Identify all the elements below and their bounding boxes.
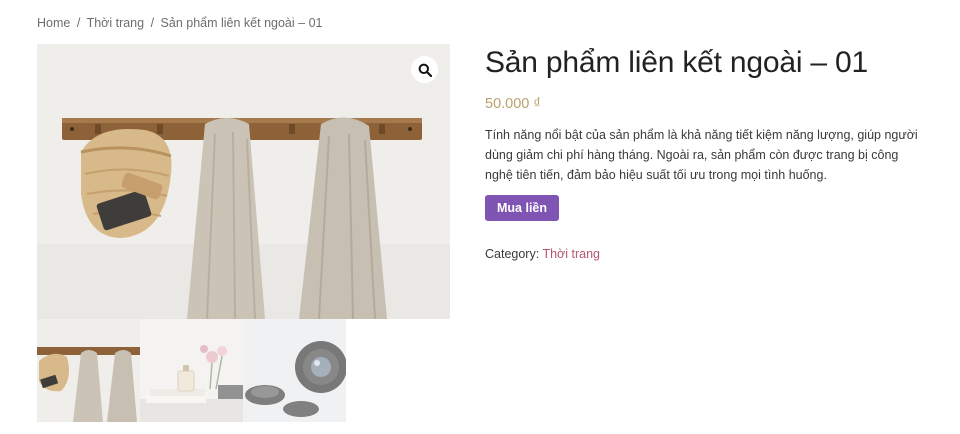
breadcrumb-separator: / xyxy=(150,16,155,30)
buy-now-button[interactable]: Mua liền xyxy=(485,195,560,221)
zoom-button[interactable] xyxy=(411,56,438,83)
thumbnail-1[interactable] xyxy=(37,319,140,422)
product-title: Sản phẩm liên kết ngoài – 01 xyxy=(485,46,869,79)
thumbnail-3[interactable] xyxy=(243,319,346,422)
product-price: 50.000 ₫ xyxy=(485,96,541,112)
breadcrumb-category-link[interactable]: Thời trang xyxy=(87,16,145,30)
breadcrumb: Home / Thời trang / Sản phẩm liên kết ng… xyxy=(37,16,322,30)
magnifier-icon xyxy=(418,63,432,77)
thumbnail-2[interactable] xyxy=(140,319,243,422)
gallery-thumbnails xyxy=(37,319,346,422)
category-label: Category: xyxy=(485,247,540,261)
breadcrumb-separator: / xyxy=(76,16,81,30)
breadcrumb-current: Sản phẩm liên kết ngoài – 01 xyxy=(160,16,323,30)
product-category: Category: Thời trang xyxy=(485,247,925,261)
product-main-image[interactable] xyxy=(37,44,450,319)
flowers-perfume-thumb xyxy=(140,319,243,422)
towels-hooks-photo xyxy=(37,44,450,319)
towels-hooks-thumb xyxy=(37,319,140,422)
product-description: Tính năng nổi bật của sản phẩm là khả nă… xyxy=(485,128,918,182)
category-link[interactable]: Thời trang xyxy=(542,247,600,261)
product-summary: Sản phẩm liên kết ngoài – 01 50.000 ₫ Tí… xyxy=(485,44,925,261)
camera-lenses-thumb xyxy=(243,319,346,422)
breadcrumb-home-link[interactable]: Home xyxy=(37,16,70,30)
